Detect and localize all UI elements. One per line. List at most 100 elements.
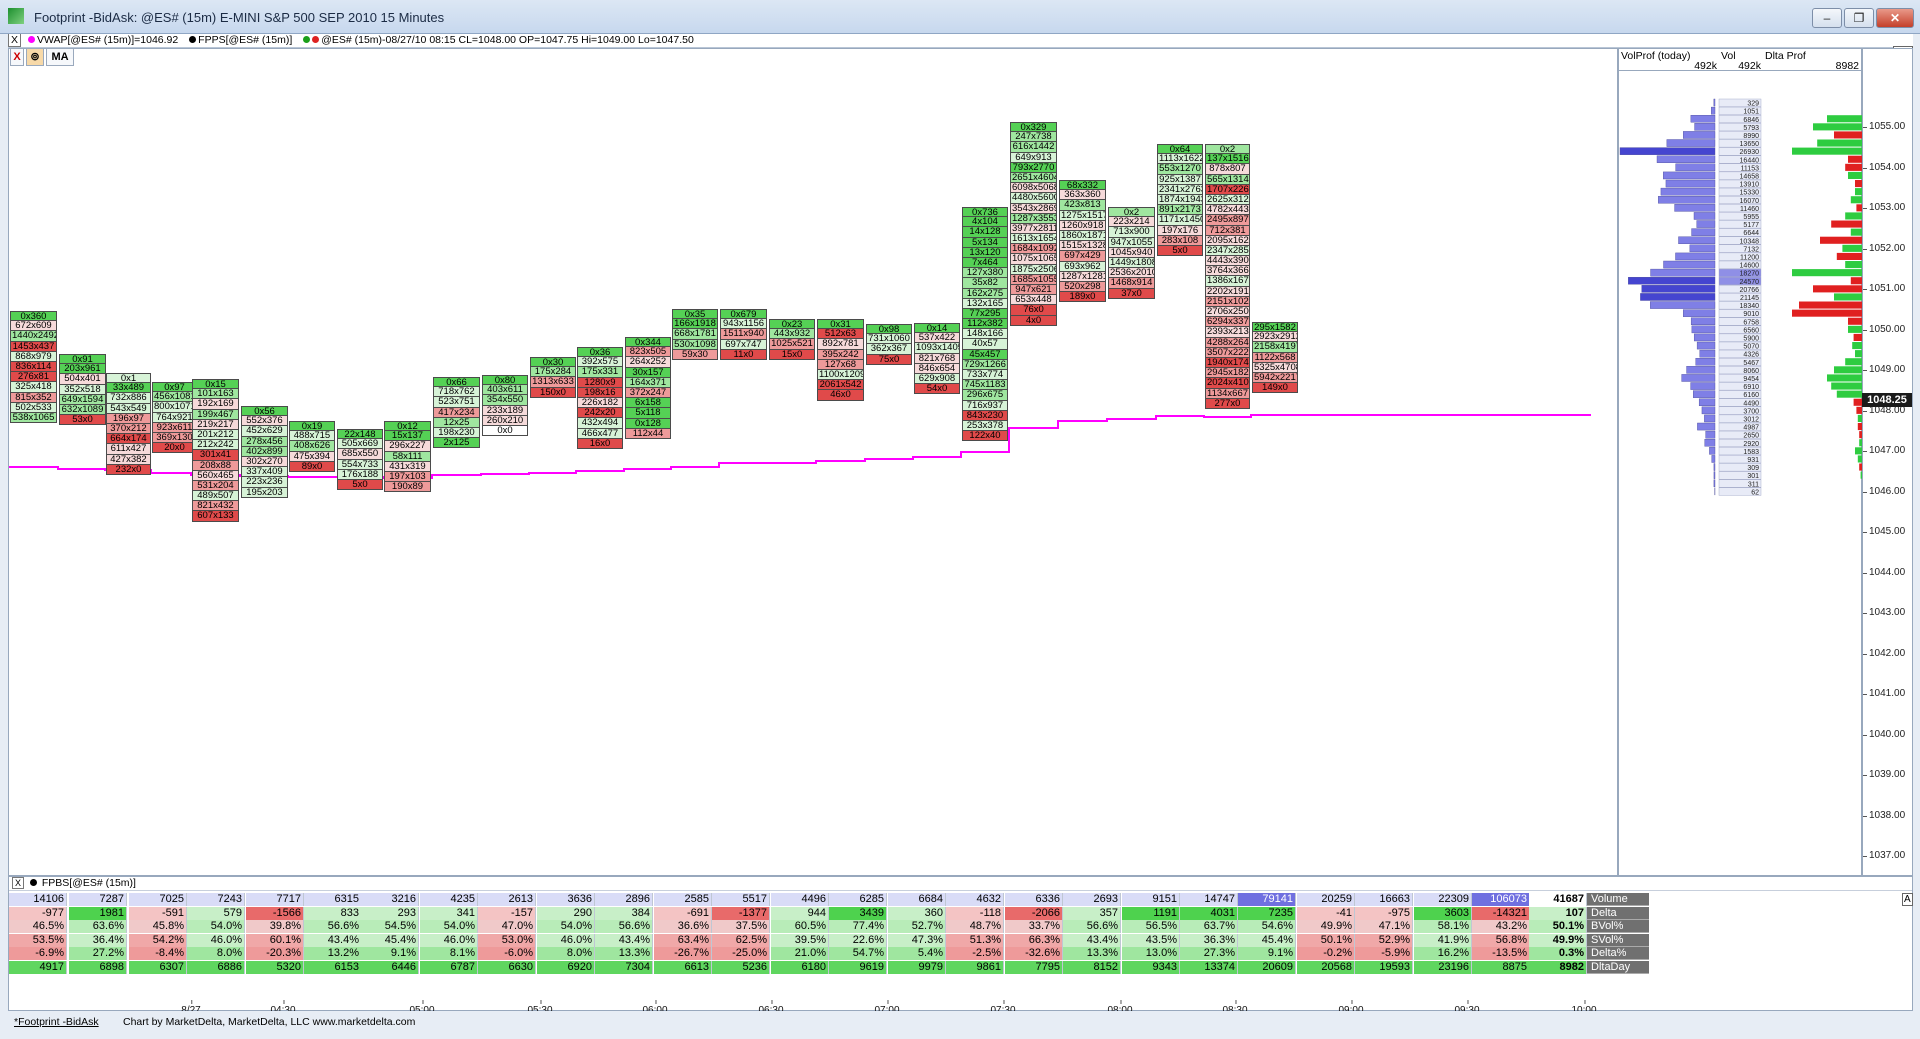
footprint-cell: 1684x1092 bbox=[1010, 244, 1057, 255]
vol-value: 6758 bbox=[1743, 319, 1759, 326]
footprint-cell: 127x68 bbox=[817, 359, 864, 370]
footprint-cell: 189x0 bbox=[1059, 292, 1106, 303]
stat-row-label: Delta bbox=[1587, 906, 1649, 920]
footprint-cell: 4288x2647 bbox=[1205, 337, 1250, 348]
delta-profile-bar bbox=[1842, 244, 1862, 252]
footprint-cell: 1453x437 bbox=[10, 341, 57, 352]
footprint-cell: 162x275 bbox=[962, 288, 1008, 299]
footprint-bar[interactable]: 0x98 731x1060 362x367 75x0 bbox=[866, 324, 912, 365]
footprint-cell: 543x549 bbox=[106, 403, 151, 414]
stat-cell: 3216 bbox=[361, 893, 419, 906]
footprint-bar[interactable]: 0x91 203x961 504x401 352x518 649x1594 632x108… bbox=[59, 354, 106, 426]
maximize-button[interactable]: ❐ bbox=[1844, 8, 1874, 28]
price-tick: 1046.00 bbox=[1862, 485, 1906, 497]
stat-cell: 384 bbox=[595, 906, 653, 920]
profile-bar bbox=[1713, 479, 1716, 488]
vol-value: 16440 bbox=[1740, 157, 1760, 164]
stat-cell: 4917 bbox=[9, 961, 67, 974]
footprint-bar[interactable]: 0x97 456x1081 800x1071 764x921 923x611 369x13… bbox=[152, 382, 197, 454]
footprint-bar[interactable]: 0x64 1113x1622 553x1270 925x1387 2341x2763 18… bbox=[1157, 144, 1203, 257]
footprint-bar[interactable]: 0x31 512x63 892x781 395x242 127x68 1100x1209 2… bbox=[817, 319, 864, 401]
footprint-bar[interactable]: 22x148 505x669 685x550 554x733 176x188 5x0 bbox=[337, 429, 383, 491]
footprint-cell: 1685x1055 bbox=[1010, 274, 1057, 285]
footprint-cell: 1468x914 bbox=[1108, 278, 1155, 289]
footprint-cell: 45x457 bbox=[962, 349, 1008, 360]
footprint-cell: 616x1442 bbox=[1010, 142, 1057, 153]
status-chart-name[interactable]: *Footprint -BidAsk bbox=[14, 1011, 99, 1033]
footprint-bar[interactable]: 0x344 823x505 264x252 30x157 164x371 372x247 6… bbox=[625, 337, 671, 439]
footprint-cell: 2151x1021 bbox=[1205, 296, 1250, 307]
vol-value: 9010 bbox=[1743, 311, 1759, 318]
volume-profile-bars: 329105168465793899013650269301644011153 1… bbox=[1619, 98, 1862, 496]
footprint-bar[interactable]: 295x1582 2923x2912 2158x4197 1122x568 5325x4… bbox=[1252, 322, 1298, 394]
close-study-icon[interactable]: X bbox=[8, 34, 22, 47]
footprint-chart-area[interactable]: 0x360 672x609 1440x2492 1453x437 868x979 836x… bbox=[8, 48, 1618, 876]
footprint-cell: 0x0 bbox=[482, 425, 528, 437]
footprint-cell: 75x0 bbox=[866, 354, 912, 365]
footprint-bar[interactable]: 0x56 552x376 452x629 278x456 402x899 302x270 3… bbox=[241, 406, 288, 498]
stat-cell: -5.9% bbox=[1355, 947, 1413, 961]
footprint-bar[interactable]: 0x1 33x489 732x886 543x549 196x97 370x212 664x… bbox=[106, 373, 151, 475]
vol-value: 4490 bbox=[1743, 400, 1759, 407]
footprint-cell: 101x163 bbox=[192, 389, 239, 400]
footprint-bar[interactable]: 0x23 443x932 1025x521 15x0 bbox=[769, 319, 815, 360]
stat-cell: 50.1% bbox=[1529, 920, 1587, 934]
footprint-bar[interactable]: 0x19 488x715 408x626 475x394 89x0 bbox=[289, 421, 335, 472]
stat-cell: 3636 bbox=[537, 893, 595, 906]
footprint-bar[interactable]: 0x35 166x1918 668x1781 530x1098 59x30 bbox=[672, 309, 718, 360]
footprint-cell: 176x188 bbox=[337, 469, 383, 480]
footprint-cell: 122x40 bbox=[962, 431, 1008, 442]
footprint-bar[interactable]: 0x36 392x575 175x331 1280x9 198x16 226x182 242… bbox=[577, 347, 623, 449]
footprint-cell: 232x0 bbox=[106, 464, 151, 475]
footprint-cell: 11x0 bbox=[720, 349, 767, 360]
stat-cell: 5236 bbox=[712, 961, 770, 974]
footprint-cell: 2341x2763 bbox=[1157, 184, 1203, 195]
footprint-cell: 195x203 bbox=[241, 487, 288, 498]
stat-cell: 33.7% bbox=[1005, 920, 1063, 934]
footprint-cell: 20x0 bbox=[152, 443, 197, 454]
footprint-cell: 1860x1871 bbox=[1059, 230, 1106, 242]
stat-cell: 54.0% bbox=[420, 920, 478, 934]
footprint-bar[interactable]: 0x2 223x214 713x900 947x1055 1045x940 1449x18… bbox=[1108, 207, 1155, 299]
a-label[interactable]: A bbox=[1902, 893, 1913, 906]
footprint-bar[interactable]: 0x679 943x1156 1511x940 697x747 11x0 bbox=[720, 309, 767, 360]
footprint-cell: 212x242 bbox=[192, 440, 239, 451]
profile-bar bbox=[1650, 301, 1716, 309]
close-button[interactable]: ✕ bbox=[1876, 8, 1914, 28]
footprint-bar[interactable]: 0x66 718x762 523x751 417x234 12x25 198x230 2x1… bbox=[433, 377, 480, 449]
footprint-cell: 1511x940 bbox=[720, 329, 767, 340]
footprint-bar[interactable]: 0x329 247x738 616x1442 649x913 793x2770 2651x… bbox=[1010, 122, 1057, 326]
footprint-cell: 53x0 bbox=[59, 415, 106, 426]
vol-value: 20766 bbox=[1740, 287, 1760, 294]
footprint-bar[interactable]: 0x80 403x611 354x550 233x189 260x210 0x0 bbox=[482, 375, 528, 437]
footprint-cell: 821x768 bbox=[914, 353, 960, 364]
footprint-cell: 12x25 bbox=[433, 417, 480, 428]
footprint-bar[interactable]: 0x15 101x163 192x169 199x467 219x217 201x212 2… bbox=[192, 379, 239, 522]
footprint-bar[interactable]: 0x12 15x137 296x227 58x111 431x319 197x103 190… bbox=[384, 421, 431, 493]
stat-cell: -2066 bbox=[1005, 906, 1063, 920]
profile-bar bbox=[1666, 139, 1716, 147]
stat-cell: 43.4% bbox=[304, 933, 362, 947]
footprint-bar[interactable]: 0x2 137x1516 878x807 565x1314 1707x226 2625x3… bbox=[1205, 144, 1250, 409]
footprint-cell: 296x675 bbox=[962, 390, 1008, 401]
stat-cell: 54.0% bbox=[187, 920, 245, 934]
stat-cell: 56.6% bbox=[1063, 920, 1121, 934]
close-stats-icon[interactable]: X bbox=[12, 877, 25, 889]
stat-cell: 357 bbox=[1063, 906, 1121, 920]
footprint-bar[interactable]: 68x332 363x360 423x813 1275x1517 1260x918 186… bbox=[1059, 180, 1106, 303]
footprint-bar[interactable]: 0x736 4x104 14x128 5x134 13x120 7x464 127x380 3… bbox=[962, 207, 1008, 442]
stat-cell: 22.6% bbox=[829, 933, 887, 947]
footprint-bar[interactable]: 0x30 175x284 1313x633 150x0 bbox=[530, 357, 576, 398]
minimize-button[interactable]: – bbox=[1812, 8, 1842, 28]
remove-button[interactable]: X bbox=[10, 48, 24, 66]
stat-cell: 20259 bbox=[1297, 893, 1355, 906]
price-tick: 1052.00 bbox=[1862, 242, 1906, 254]
stat-cell: 7717 bbox=[246, 893, 304, 906]
volume-profile-panel[interactable]: VolProf (today) Vol Dlta Prof 492k 492k … bbox=[1618, 48, 1863, 876]
footprint-bar[interactable]: 0x14 537x422 1093x1405 821x768 846x654 629x90… bbox=[914, 323, 960, 395]
study-icon[interactable]: ⊚ bbox=[26, 48, 44, 66]
footprint-bar[interactable]: 0x360 672x609 1440x2492 1453x437 868x979 836x… bbox=[10, 311, 57, 424]
ma-button[interactable]: MA bbox=[46, 48, 74, 66]
footprint-cell: 1122x568 bbox=[1252, 352, 1298, 363]
stat-cell: -20.3% bbox=[246, 947, 304, 961]
